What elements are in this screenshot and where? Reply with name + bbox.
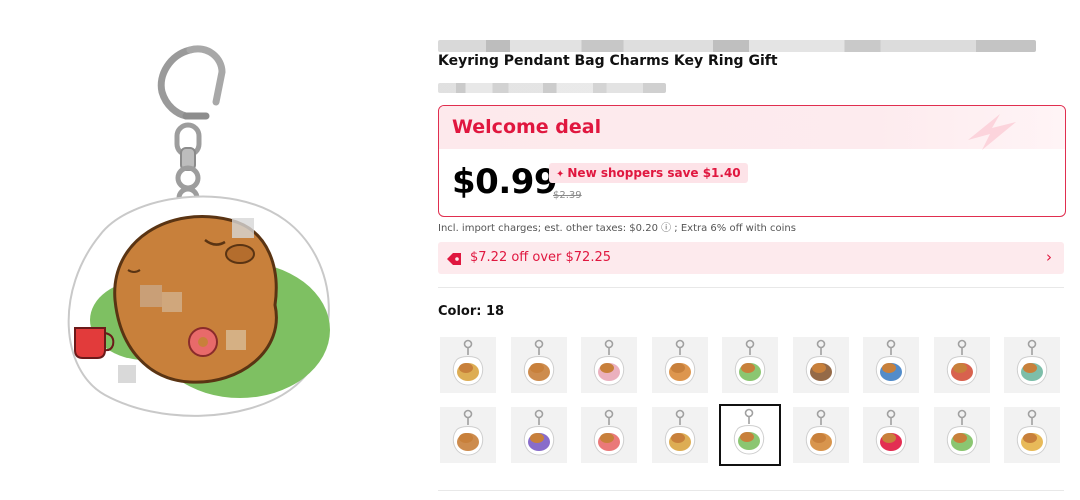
color-swatch-donut[interactable] [581, 407, 637, 463]
color-swatch-leaf[interactable] [722, 337, 778, 393]
deal-title: Welcome deal [452, 116, 602, 138]
chevron-right-icon[interactable]: › [1046, 248, 1052, 266]
color-swatch-sign[interactable] [440, 407, 496, 463]
tag-icon: ✦ [556, 169, 565, 180]
tax-note: Incl. import charges; est. other taxes: … [438, 223, 796, 234]
color-swatch-heart[interactable] [933, 337, 990, 393]
color-swatch-brown-bear[interactable] [792, 337, 849, 393]
color-swatch-taco[interactable] [440, 337, 496, 393]
save-text: New shoppers save $1.40 [567, 166, 741, 180]
color-swatch-basket[interactable] [651, 407, 708, 463]
original-price: $2.39 [553, 190, 582, 201]
price: $0.99 [452, 162, 558, 202]
color-swatch-orange[interactable] [719, 404, 781, 466]
color-swatch-pink-dress[interactable] [581, 337, 637, 393]
coupon-text: $7.22 off over $72.25 [470, 250, 612, 265]
lightning-icon [960, 110, 1020, 154]
deal-header: Welcome deal [439, 106, 1065, 150]
welcome-deal-box: Welcome deal $0.99 ✦ New shoppers save $1… [438, 105, 1066, 217]
color-swatch-burger[interactable] [792, 407, 849, 463]
redacted-title-line [438, 40, 1036, 52]
color-swatch-red-heart[interactable] [863, 407, 919, 463]
new-shopper-save-badge: ✦ New shoppers save $1.40 [549, 163, 748, 183]
color-swatch-sitting[interactable] [510, 337, 567, 393]
color-swatch-taco-wrap[interactable] [1004, 407, 1060, 463]
coupon-bar[interactable]: $7.22 off over $72.25 › [438, 242, 1064, 274]
color-swatch-orange-tie[interactable] [651, 337, 708, 393]
color-swatch-pond[interactable] [933, 407, 990, 463]
color-swatch-purple-hat[interactable] [510, 407, 567, 463]
coupon-tag-icon [446, 251, 462, 270]
redacted-subtitle-line [438, 83, 666, 93]
color-swatch-car[interactable] [1004, 337, 1060, 393]
product-info-panel: Keyring Pendant Bag Charms Key Ring Gift… [438, 0, 1068, 500]
color-label: Color: 18 [438, 304, 505, 319]
color-swatch-blue-wave[interactable] [863, 337, 919, 393]
divider [438, 287, 1064, 288]
product-main-image [40, 30, 370, 470]
product-title: Keyring Pendant Bag Charms Key Ring Gift [438, 53, 778, 69]
divider [438, 490, 1064, 491]
